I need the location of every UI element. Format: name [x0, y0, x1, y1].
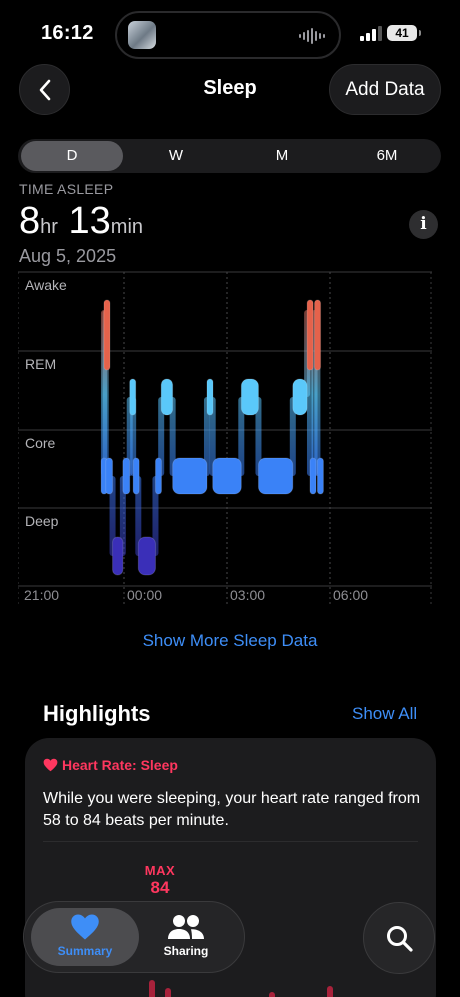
search-button[interactable]: [363, 902, 435, 974]
tab-summary-label: Summary: [57, 944, 113, 958]
segment-month[interactable]: M: [231, 141, 333, 171]
stage-block-core: [122, 457, 131, 495]
time-asleep-label: TIME ASLEEP: [19, 181, 114, 197]
stage-block-awake: [103, 299, 111, 371]
minutes-value: 13: [68, 200, 111, 242]
max-label: MAX: [144, 863, 176, 878]
stage-block-awake: [306, 299, 314, 371]
stage-block-rem: [292, 378, 308, 416]
search-icon: [387, 926, 413, 952]
tab-sharing-label: Sharing: [163, 944, 209, 958]
tab-sharing[interactable]: Sharing: [132, 912, 240, 958]
info-icon[interactable]: i: [409, 210, 438, 239]
show-all-link[interactable]: Show All: [352, 704, 417, 724]
tab-bar: Summary Sharing: [23, 901, 245, 973]
cellular-signal-icon: [360, 26, 382, 41]
x-tick-label: 03:00: [230, 587, 265, 603]
status-time: 16:12: [41, 22, 94, 44]
stage-label-core: Core: [25, 435, 56, 451]
battery-icon: 41: [387, 25, 421, 41]
divider: [43, 841, 418, 842]
heart-icon: [43, 758, 58, 772]
stage-block-rem: [129, 378, 137, 416]
stage-block-core: [172, 457, 208, 495]
hours-value: 8: [19, 200, 41, 242]
stage-block-awake: [314, 299, 322, 371]
card-title: Heart Rate: Sleep: [62, 757, 178, 773]
stage-block-core: [257, 457, 294, 495]
range-segmented-control: D W M 6M: [18, 139, 441, 173]
segment-6-months[interactable]: 6M: [336, 141, 438, 171]
time-asleep-value: 8hr 13min: [19, 200, 143, 243]
people-icon: [168, 915, 204, 939]
sleep-stages-chart[interactable]: 21:00 00:00 03:00 06:00 Awake REM Core Deep: [18, 270, 432, 607]
highlights-heading: Highlights: [43, 701, 151, 726]
minutes-unit: min: [110, 216, 144, 238]
stage-block-deep: [112, 536, 124, 576]
segment-week[interactable]: W: [125, 141, 227, 171]
stage-block-rem: [206, 378, 214, 416]
stage-label-deep: Deep: [25, 513, 59, 529]
stage-block-core: [212, 457, 242, 495]
stage-block-core: [154, 457, 162, 495]
stage-label-awake: Awake: [25, 277, 67, 293]
show-more-sleep-data-link[interactable]: Show More Sleep Data: [0, 631, 460, 651]
hours-unit: hr: [40, 216, 58, 238]
stage-block-core: [105, 457, 114, 495]
card-header: Heart Rate: Sleep: [43, 757, 178, 773]
x-tick-label: 06:00: [333, 587, 368, 603]
x-tick-label: 00:00: [127, 587, 162, 603]
now-playing-artwork: [128, 21, 156, 49]
tab-summary[interactable]: Summary: [31, 912, 139, 958]
audio-wave-icon: [299, 28, 325, 44]
stage-block-core: [309, 457, 317, 495]
segment-day[interactable]: D: [21, 141, 123, 171]
dynamic-island[interactable]: [115, 11, 341, 59]
stage-label-rem: REM: [25, 356, 56, 372]
x-tick-label: 21:00: [24, 587, 59, 603]
stage-block-core: [132, 457, 140, 495]
stage-block-core: [316, 457, 324, 495]
stage-block-deep: [137, 536, 156, 576]
add-data-button[interactable]: Add Data: [329, 64, 441, 115]
stage-block-rem: [240, 378, 259, 416]
status-bar: 16:12 41: [0, 0, 460, 64]
stage-block-rem: [160, 378, 174, 416]
sleep-date: Aug 5, 2025: [19, 246, 117, 266]
heart-icon: [71, 914, 99, 940]
card-description: While you were sleeping, your heart rate…: [43, 790, 421, 829]
